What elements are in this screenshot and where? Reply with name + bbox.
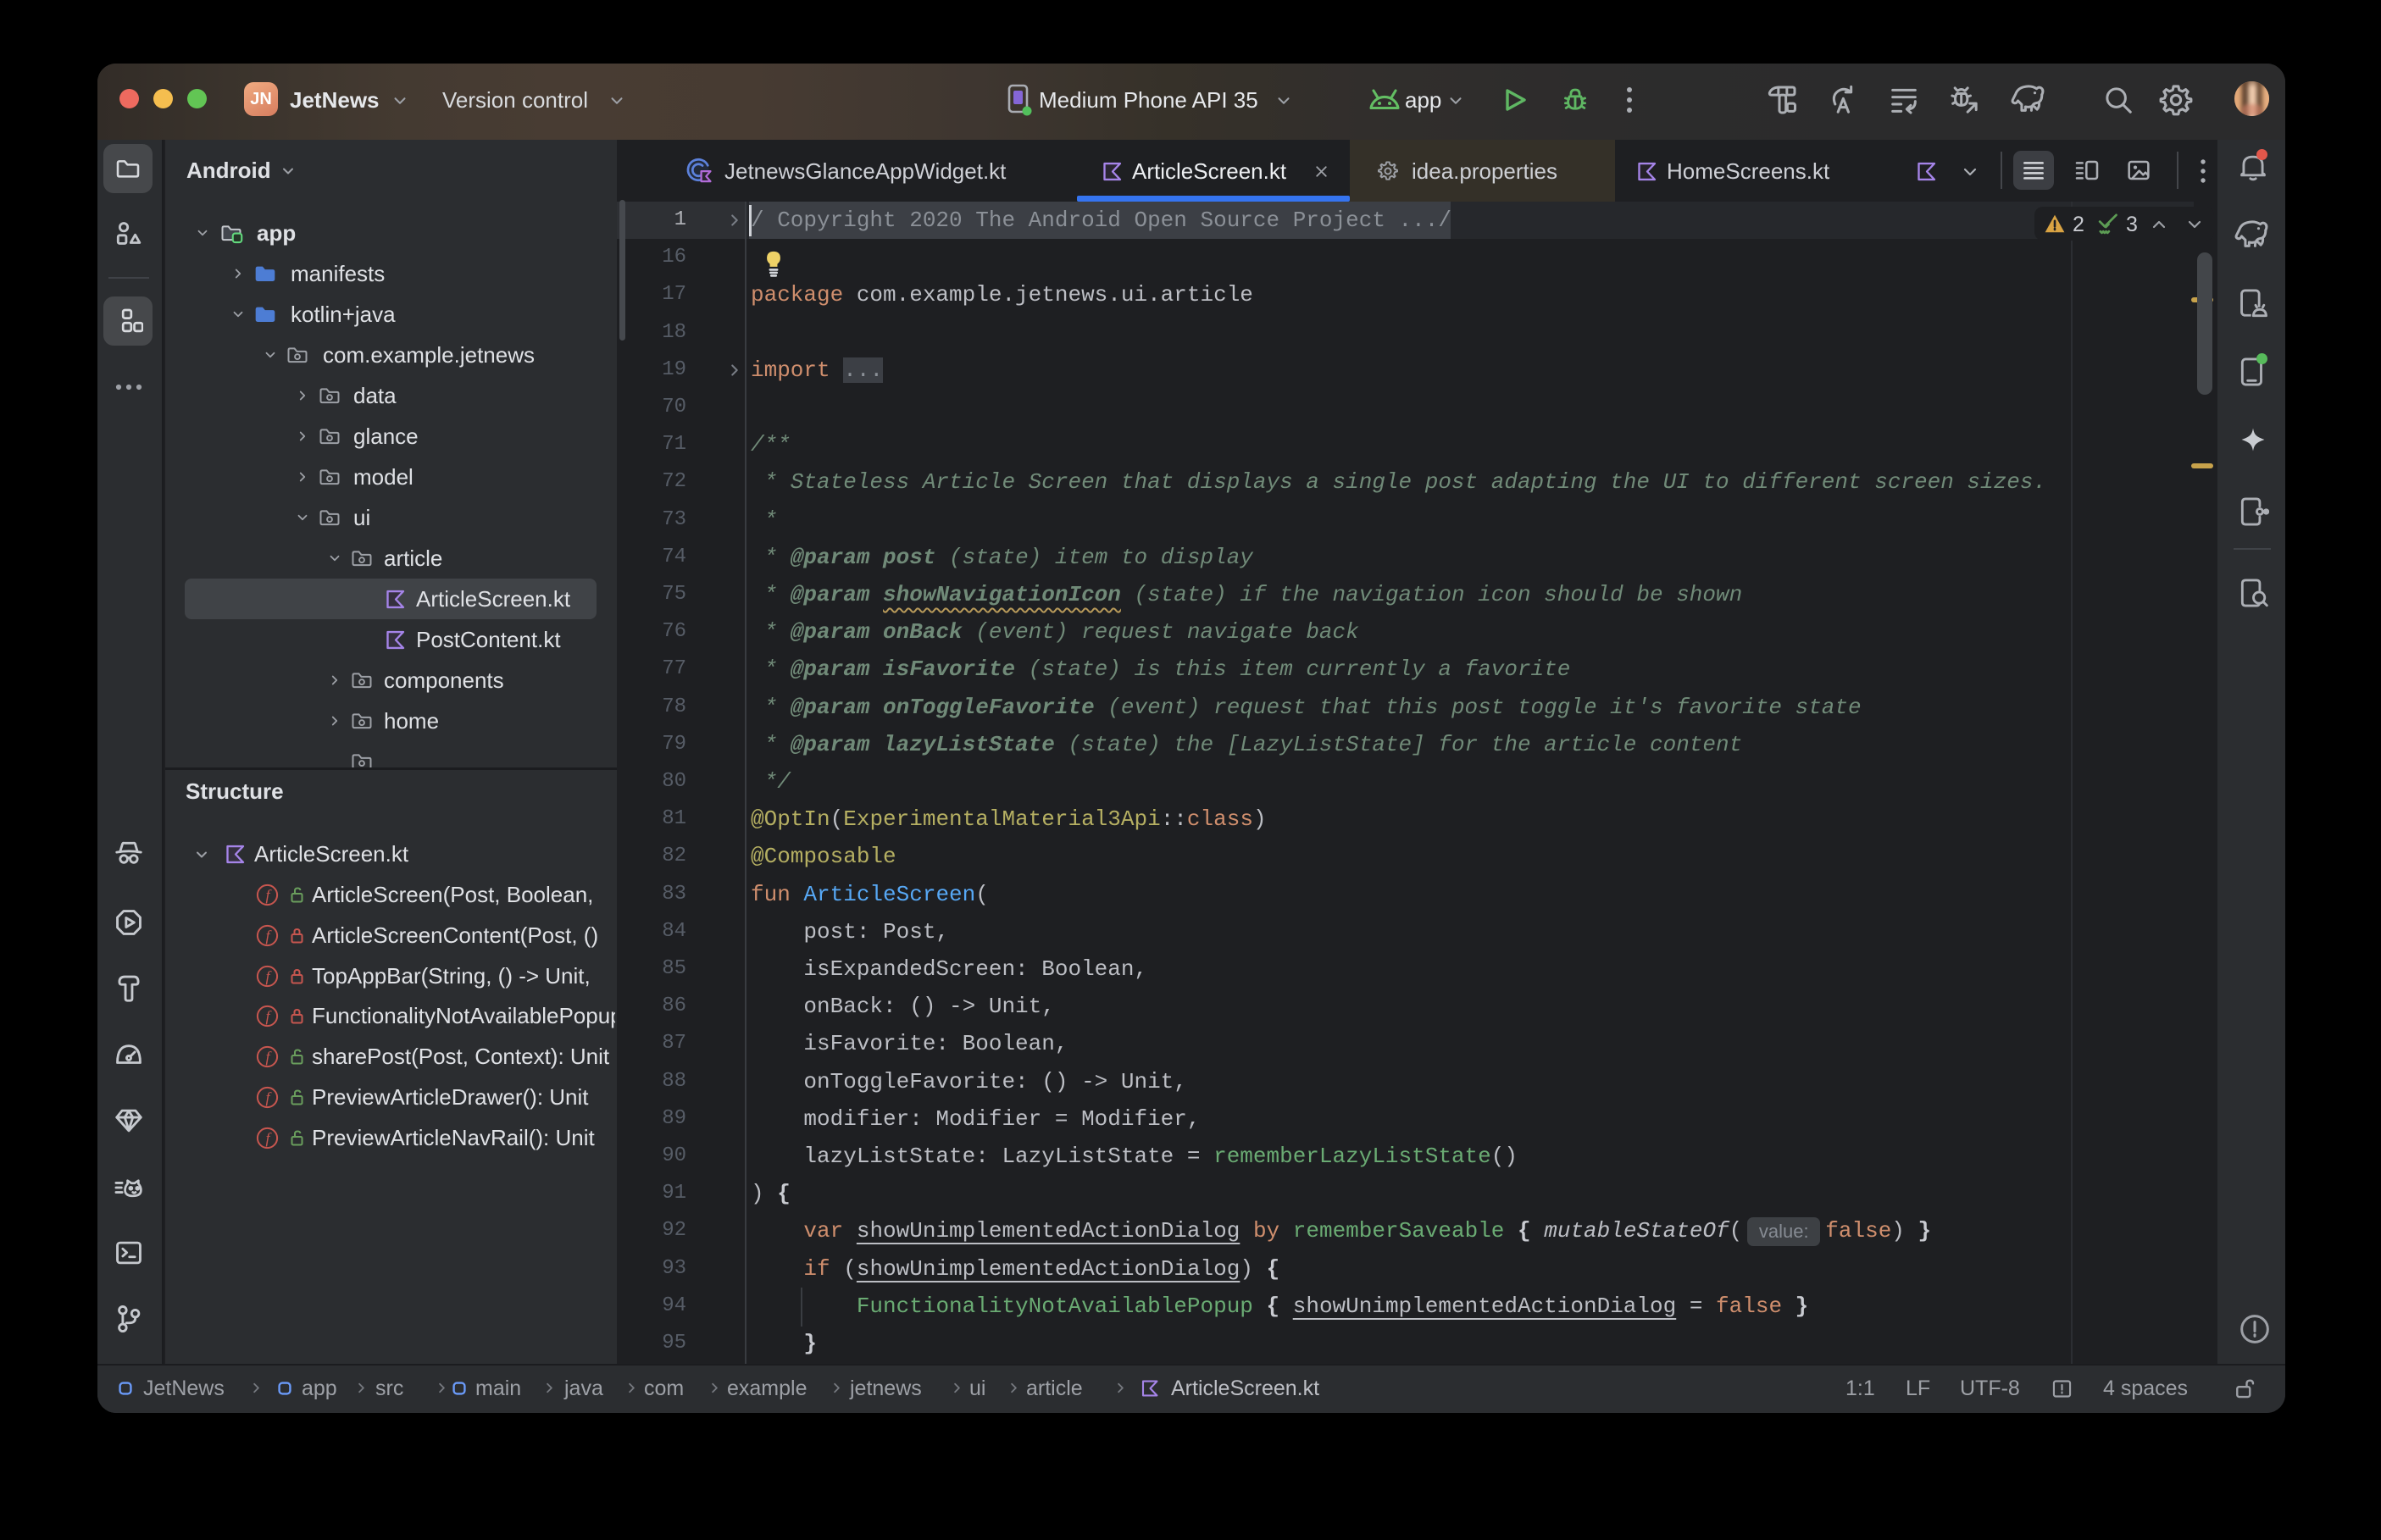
svg-text:f: f bbox=[265, 928, 272, 944]
svg-text:f: f bbox=[265, 1049, 272, 1066]
svg-text:f: f bbox=[265, 1089, 272, 1106]
svg-text:f: f bbox=[265, 1130, 272, 1147]
svg-text:f: f bbox=[265, 968, 272, 985]
svg-text:f: f bbox=[265, 887, 272, 904]
svg-text:f: f bbox=[265, 1008, 272, 1025]
